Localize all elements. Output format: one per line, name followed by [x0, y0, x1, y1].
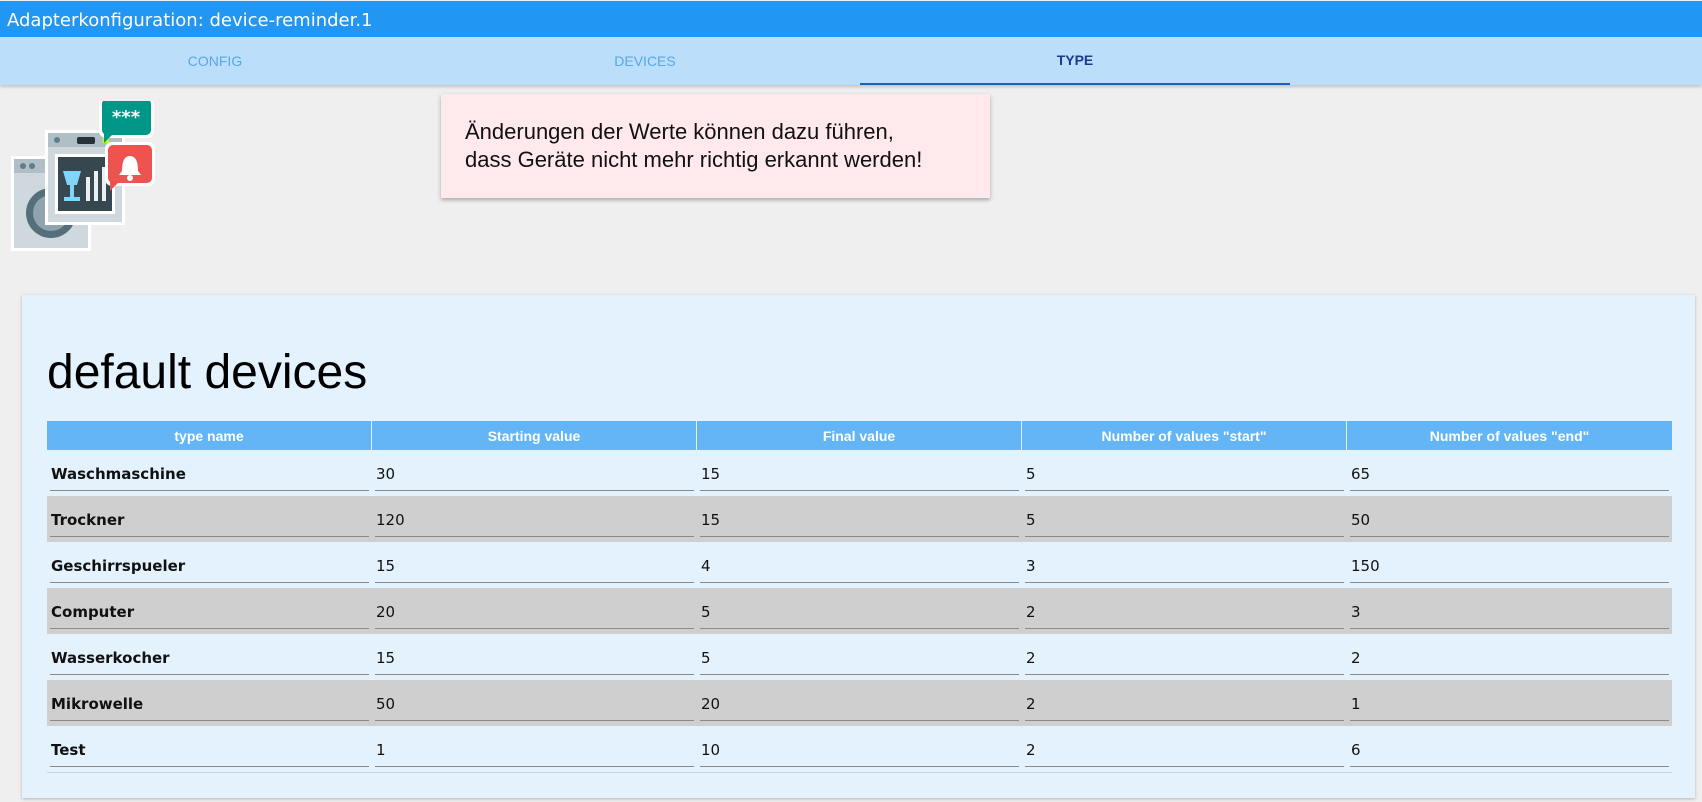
final-value-field[interactable]: 5: [700, 595, 1019, 629]
values-end-field[interactable]: 65: [1350, 457, 1669, 491]
table-row: Computer 20 5 2 3: [47, 588, 1672, 634]
table-row: Mikrowelle 50 20 2 1: [47, 680, 1672, 726]
final-value-field[interactable]: 15: [700, 503, 1019, 537]
final-value-field[interactable]: 5: [700, 641, 1019, 675]
table-row: Trockner 120 15 5 50: [47, 496, 1672, 542]
warning-notice-line-2: dass Geräte nicht mehr richtig erkannt w…: [465, 147, 923, 172]
starting-value-field[interactable]: 120: [375, 503, 694, 537]
values-start-field[interactable]: 5: [1025, 457, 1344, 491]
type-name-field[interactable]: Waschmaschine: [50, 457, 369, 491]
table-row: Waschmaschine 30 15 5 65: [47, 450, 1672, 496]
values-start-field[interactable]: 2: [1025, 687, 1344, 721]
final-value-field[interactable]: 20: [700, 687, 1019, 721]
device-type-table: type name Starting value Final value Num…: [47, 421, 1672, 773]
values-end-field[interactable]: 3: [1350, 595, 1669, 629]
table-row: Geschirrspueler 15 4 3 150: [47, 542, 1672, 588]
svg-text:***: ***: [112, 107, 141, 128]
type-name-field[interactable]: Test: [50, 733, 369, 767]
values-end-field[interactable]: 6: [1350, 733, 1669, 767]
final-value-field[interactable]: 4: [700, 549, 1019, 583]
column-header-type-name: type name: [47, 421, 372, 450]
tab-devices[interactable]: DEVICES: [430, 37, 860, 85]
starting-value-field[interactable]: 15: [375, 641, 694, 675]
final-value-field[interactable]: 15: [700, 457, 1019, 491]
values-start-field[interactable]: 2: [1025, 595, 1344, 629]
values-end-field[interactable]: 50: [1350, 503, 1669, 537]
values-end-field[interactable]: 2: [1350, 641, 1669, 675]
values-start-field[interactable]: 2: [1025, 733, 1344, 767]
values-start-field[interactable]: 3: [1025, 549, 1344, 583]
tab-config[interactable]: CONFIG: [0, 37, 430, 85]
tab-bar: CONFIG DEVICES TYPE: [0, 37, 1702, 85]
table-row: Test 1 10 2 6: [47, 726, 1672, 772]
values-end-field[interactable]: 150: [1350, 549, 1669, 583]
type-name-field[interactable]: Computer: [50, 595, 369, 629]
column-header-starting-value: Starting value: [372, 421, 697, 450]
type-name-field[interactable]: Wasserkocher: [50, 641, 369, 675]
type-name-field[interactable]: Mikrowelle: [50, 687, 369, 721]
values-end-field[interactable]: 1: [1350, 687, 1669, 721]
values-start-field[interactable]: 2: [1025, 641, 1344, 675]
section-title: default devices: [47, 346, 368, 399]
starting-value-field[interactable]: 30: [375, 457, 694, 491]
starting-value-field[interactable]: 50: [375, 687, 694, 721]
column-header-final-value: Final value: [697, 421, 1022, 450]
default-devices-card: default devices type name Starting value…: [22, 295, 1695, 798]
column-header-values-end: Number of values "end": [1429, 427, 1590, 444]
starting-value-field[interactable]: 15: [375, 549, 694, 583]
starting-value-field[interactable]: 1: [375, 733, 694, 767]
type-name-field[interactable]: Geschirrspueler: [50, 549, 369, 583]
values-start-field[interactable]: 5: [1025, 503, 1344, 537]
tab-type[interactable]: TYPE: [860, 37, 1290, 85]
warning-notice-line-1: Änderungen der Werte können dazu führen,: [465, 119, 894, 144]
warning-notice: Änderungen der Werte können dazu führen,…: [441, 94, 990, 198]
type-name-field[interactable]: Trockner: [50, 503, 369, 537]
table-row: Wasserkocher 15 5 2 2: [47, 634, 1672, 680]
column-header-values-start: Number of values "start": [1022, 421, 1347, 450]
starting-value-field[interactable]: 20: [375, 595, 694, 629]
final-value-field[interactable]: 10: [700, 733, 1019, 767]
window-title: Adapterkonfiguration: device-reminder.1: [0, 0, 1702, 37]
table-header: type name Starting value Final value Num…: [47, 421, 1672, 450]
appliance-notification-logo: ***: [10, 96, 162, 253]
